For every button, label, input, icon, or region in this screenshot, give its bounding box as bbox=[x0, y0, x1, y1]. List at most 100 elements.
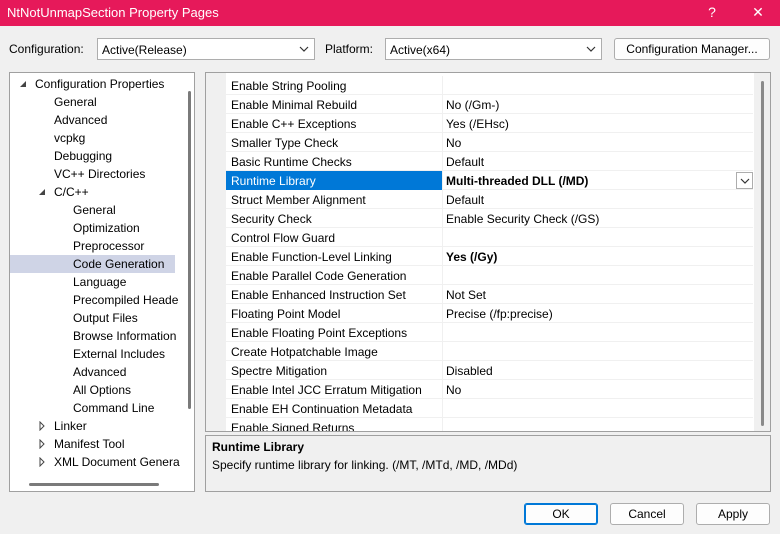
tree-item[interactable]: Output Files bbox=[10, 309, 182, 327]
property-name: Enable Signed Returns bbox=[231, 421, 355, 432]
tree-item-label: Output Files bbox=[73, 311, 138, 325]
property-name: Enable Minimal Rebuild bbox=[231, 98, 358, 112]
tree-item-label: Preprocessor bbox=[73, 239, 145, 253]
property-row[interactable]: Security Check Enable Security Check (/GS… bbox=[226, 209, 753, 228]
property-value[interactable]: Default bbox=[446, 155, 484, 169]
property-value[interactable]: Enable Security Check (/GS) bbox=[446, 212, 599, 226]
tree-item[interactable]: External Includes bbox=[10, 345, 182, 363]
tree-item[interactable]: General bbox=[10, 201, 182, 219]
property-row[interactable]: Enable Intel JCC Erratum Mitigation No bbox=[226, 380, 753, 399]
tree-vertical-scrollbar[interactable] bbox=[184, 73, 194, 473]
property-row[interactable]: Smaller Type Check No bbox=[226, 133, 753, 152]
chevron-down-icon bbox=[299, 46, 309, 52]
property-value[interactable]: Disabled bbox=[446, 364, 493, 378]
tree-item[interactable]: VC++ Directories bbox=[10, 165, 182, 183]
tree-item[interactable]: Advanced bbox=[10, 363, 182, 381]
property-row[interactable]: Enable Minimal Rebuild No (/Gm-) bbox=[226, 95, 753, 114]
tree-item[interactable]: Precompiled Heade bbox=[10, 291, 182, 309]
tree-item[interactable]: All Options bbox=[10, 381, 182, 399]
platform-label: Platform: bbox=[325, 42, 374, 56]
property-row[interactable]: Runtime Library Multi-threaded DLL (/MD) bbox=[226, 171, 753, 190]
collapsed-arrow-icon[interactable] bbox=[37, 457, 47, 467]
property-value[interactable]: Precise (/fp:precise) bbox=[446, 307, 553, 321]
property-name: Control Flow Guard bbox=[231, 231, 336, 245]
tree-item[interactable]: XML Document Genera bbox=[10, 453, 182, 471]
tree-item-label: Advanced bbox=[54, 113, 108, 127]
property-row[interactable]: Basic Runtime Checks Default bbox=[226, 152, 753, 171]
property-value[interactable]: Yes (/Gy) bbox=[446, 250, 497, 264]
tree-item[interactable]: Language bbox=[10, 273, 182, 291]
tree-item[interactable]: Code Generation bbox=[10, 255, 175, 273]
property-name: Enable Function-Level Linking bbox=[231, 250, 392, 264]
property-name: Create Hotpatchable Image bbox=[231, 345, 378, 359]
ok-button[interactable]: OK bbox=[524, 503, 598, 525]
property-row[interactable]: Enable EH Continuation Metadata bbox=[226, 399, 753, 418]
tree-item-label: General bbox=[73, 203, 116, 217]
property-row[interactable]: Struct Member Alignment Default bbox=[226, 190, 753, 209]
property-value[interactable]: No (/Gm-) bbox=[446, 98, 499, 112]
tree-item[interactable]: Browse Information bbox=[10, 327, 182, 345]
property-row[interactable]: Enable Signed Returns bbox=[226, 418, 753, 432]
property-tree: Configuration Properties General Advanced v… bbox=[9, 72, 195, 492]
value-dropdown-button[interactable] bbox=[736, 172, 753, 189]
grid-vertical-scrollbar[interactable] bbox=[754, 73, 770, 431]
tree-item-label: XML Document Genera bbox=[54, 455, 180, 469]
property-name: Security Check bbox=[231, 212, 312, 226]
tree-item[interactable]: Command Line bbox=[10, 399, 182, 417]
property-value[interactable]: Multi-threaded DLL (/MD) bbox=[446, 174, 588, 188]
configuration-label: Configuration: bbox=[9, 42, 84, 56]
configuration-value: Active(Release) bbox=[102, 43, 187, 57]
tree-horizontal-scrollbar[interactable] bbox=[10, 477, 184, 491]
property-value[interactable]: Not Set bbox=[446, 288, 486, 302]
help-button[interactable]: ? bbox=[692, 0, 732, 26]
property-value[interactable]: No bbox=[446, 136, 461, 150]
configuration-manager-button[interactable]: Configuration Manager... bbox=[614, 38, 770, 60]
property-row[interactable]: Enable Parallel Code Generation bbox=[226, 266, 753, 285]
tree-item[interactable]: Advanced bbox=[10, 111, 182, 129]
tree-item[interactable]: C/C++ bbox=[10, 183, 182, 201]
tree-item[interactable]: Manifest Tool bbox=[10, 435, 182, 453]
expanded-arrow-icon[interactable] bbox=[37, 187, 47, 197]
tree-item-label: VC++ Directories bbox=[54, 167, 146, 181]
tree-item-label: Precompiled Heade bbox=[73, 293, 179, 307]
property-row[interactable]: Floating Point Model Precise (/fp:precise… bbox=[226, 304, 753, 323]
property-name: Smaller Type Check bbox=[231, 136, 339, 150]
cancel-button[interactable]: Cancel bbox=[610, 503, 684, 525]
tree-item[interactable]: General bbox=[10, 93, 182, 111]
chevron-down-icon bbox=[740, 178, 750, 184]
tree-item-label: Manifest Tool bbox=[54, 437, 125, 451]
tree-item[interactable]: Preprocessor bbox=[10, 237, 182, 255]
property-name: Enable Enhanced Instruction Set bbox=[231, 288, 406, 302]
property-row[interactable]: Create Hotpatchable Image bbox=[226, 342, 753, 361]
tree-item[interactable]: vcpkg bbox=[10, 129, 182, 147]
tree-item[interactable]: Optimization bbox=[10, 219, 182, 237]
tree-item[interactable]: Debugging bbox=[10, 147, 182, 165]
property-row[interactable]: Spectre Mitigation Disabled bbox=[226, 361, 753, 380]
platform-dropdown[interactable]: Active(x64) bbox=[385, 38, 602, 60]
property-value[interactable]: Default bbox=[446, 193, 484, 207]
property-name: Spectre Mitigation bbox=[231, 364, 328, 378]
property-grid: Enable String Pooling Enable Minimal Rebu… bbox=[205, 72, 771, 432]
tree-item-label: General bbox=[54, 95, 97, 109]
expanded-arrow-icon[interactable] bbox=[18, 79, 28, 89]
configuration-dropdown[interactable]: Active(Release) bbox=[97, 38, 315, 60]
tree-item-label: External Includes bbox=[73, 347, 166, 361]
tree-item-label: Debugging bbox=[54, 149, 113, 163]
property-row[interactable]: Enable String Pooling bbox=[226, 76, 753, 95]
property-row[interactable]: Control Flow Guard bbox=[226, 228, 753, 247]
property-row[interactable]: Enable Enhanced Instruction Set Not Set bbox=[226, 285, 753, 304]
property-value[interactable]: Yes (/EHsc) bbox=[446, 117, 509, 131]
tree-item-label: C/C++ bbox=[54, 185, 89, 199]
collapsed-arrow-icon[interactable] bbox=[37, 421, 47, 431]
tree-item[interactable]: Linker bbox=[10, 417, 182, 435]
apply-button[interactable]: Apply bbox=[696, 503, 770, 525]
property-row[interactable]: Enable Floating Point Exceptions bbox=[226, 323, 753, 342]
chevron-down-icon bbox=[586, 46, 596, 52]
close-button[interactable]: ✕ bbox=[738, 0, 778, 26]
property-value[interactable]: No bbox=[446, 383, 461, 397]
property-name: Enable EH Continuation Metadata bbox=[231, 402, 413, 416]
tree-item[interactable]: Configuration Properties bbox=[10, 75, 182, 93]
property-row[interactable]: Enable Function-Level Linking Yes (/Gy) bbox=[226, 247, 753, 266]
property-row[interactable]: Enable C++ Exceptions Yes (/EHsc) bbox=[226, 114, 753, 133]
collapsed-arrow-icon[interactable] bbox=[37, 439, 47, 449]
